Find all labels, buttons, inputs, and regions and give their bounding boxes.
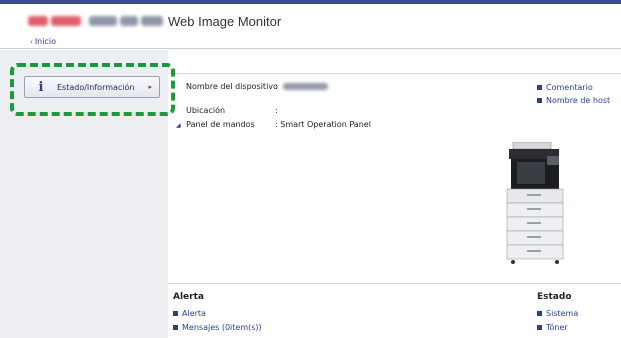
top-accent-bar <box>0 0 621 4</box>
content-subheader <box>168 50 621 74</box>
dashed-highlight-frame <box>10 63 175 116</box>
breadcrumb-home-label: Inicio <box>34 37 56 46</box>
blurred-brand-logo <box>51 16 81 26</box>
square-bullet-icon <box>537 311 542 316</box>
brand-header: Web Image Monitor <box>28 12 281 30</box>
control-panel-value: : Smart Operation Panel <box>275 120 371 129</box>
app-title: Web Image Monitor <box>168 13 282 29</box>
alert-link[interactable]: Alerta <box>173 309 206 318</box>
alert-section-title: Alerta <box>173 292 204 302</box>
section-divider <box>168 283 621 284</box>
location-label: Ubicación <box>186 106 226 115</box>
device-name-value: : <box>275 82 329 91</box>
chevron-left-icon: ‹ <box>30 37 33 46</box>
square-bullet-icon <box>173 311 178 316</box>
triangle-bullet-icon: ◢ <box>176 122 181 129</box>
blurred-device-name <box>283 83 329 90</box>
breadcrumb-bar: ‹ Inicio <box>0 36 621 49</box>
square-bullet-icon <box>537 85 542 90</box>
square-bullet-icon <box>537 325 542 330</box>
blurred-model-name <box>141 16 163 26</box>
comment-link[interactable]: Comentario <box>537 83 610 96</box>
blurred-brand-logo <box>28 16 48 26</box>
status-section-title: Estado <box>537 292 572 302</box>
toner-link[interactable]: Tóner <box>537 323 568 332</box>
location-value: : <box>275 106 278 115</box>
square-bullet-icon <box>173 325 178 330</box>
printer-image <box>506 142 564 264</box>
device-info-row: ◢ Panel de mandos : Smart Operation Pane… <box>176 120 371 129</box>
square-bullet-icon <box>537 98 542 103</box>
device-name-label: Nombre del dispositivo <box>186 82 278 91</box>
control-panel-label: Panel de mandos <box>186 120 255 129</box>
breadcrumb-home[interactable]: ‹ Inicio <box>30 37 56 46</box>
blurred-model-name <box>89 16 117 26</box>
messages-link[interactable]: Mensajes (0item(s)) <box>173 323 262 332</box>
blurred-model-name <box>120 16 138 26</box>
system-link[interactable]: Sistema <box>537 309 578 318</box>
host-name-link[interactable]: Nombre de host <box>537 96 610 109</box>
right-links: Comentario Nombre de host <box>537 83 610 109</box>
